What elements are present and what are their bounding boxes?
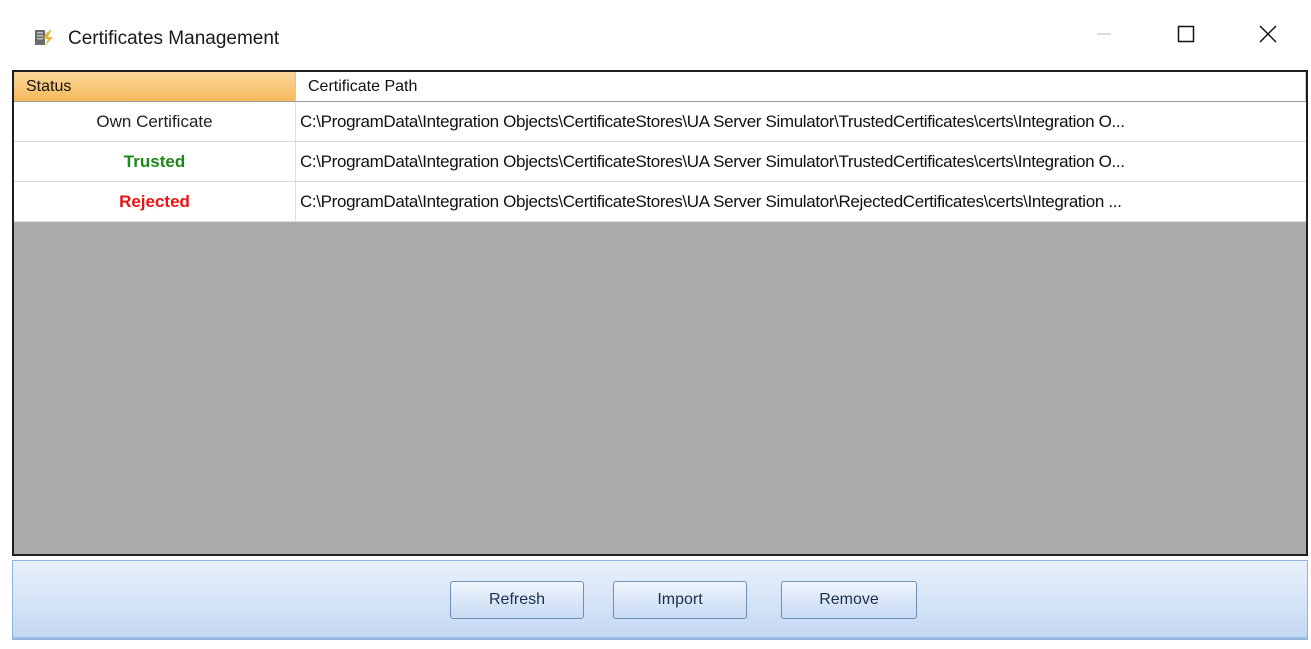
refresh-button[interactable]: Refresh: [450, 581, 584, 619]
certificates-grid[interactable]: Status Certificate Path Own Certificate …: [12, 70, 1308, 556]
table-row[interactable]: Own Certificate C:\ProgramData\Integrati…: [14, 102, 1306, 142]
certificates-management-window: Certificates Management Status Certifica…: [0, 0, 1311, 649]
table-row[interactable]: Trusted C:\ProgramData\Integration Objec…: [14, 142, 1306, 182]
window-title: Certificates Management: [68, 28, 280, 49]
table-row[interactable]: Rejected C:\ProgramData\Integration Obje…: [14, 182, 1306, 222]
remove-button[interactable]: Remove: [781, 581, 917, 619]
status-cell[interactable]: Trusted: [14, 142, 296, 181]
grid-header: Status Certificate Path: [14, 72, 1306, 102]
status-cell[interactable]: Rejected: [14, 182, 296, 221]
column-header-certificate-path[interactable]: Certificate Path: [296, 72, 1306, 102]
footer-divider: [13, 637, 1307, 639]
certificate-path-cell[interactable]: C:\ProgramData\Integration Objects\Certi…: [296, 102, 1306, 141]
status-cell[interactable]: Own Certificate: [14, 102, 296, 141]
certificate-icon: [34, 28, 54, 48]
close-icon: [1258, 24, 1278, 49]
import-button[interactable]: Import: [613, 581, 747, 619]
maximize-icon: [1176, 24, 1196, 49]
certificate-path-cell[interactable]: C:\ProgramData\Integration Objects\Certi…: [296, 182, 1306, 221]
column-header-status[interactable]: Status: [14, 72, 296, 102]
maximize-button[interactable]: [1162, 14, 1210, 58]
close-button[interactable]: [1244, 14, 1292, 58]
minimize-icon: [1094, 24, 1114, 49]
button-panel: Refresh Import Remove: [12, 560, 1308, 640]
title-bar[interactable]: Certificates Management: [0, 0, 1311, 68]
certificate-path-cell[interactable]: C:\ProgramData\Integration Objects\Certi…: [296, 142, 1306, 181]
minimize-button[interactable]: [1080, 14, 1128, 58]
